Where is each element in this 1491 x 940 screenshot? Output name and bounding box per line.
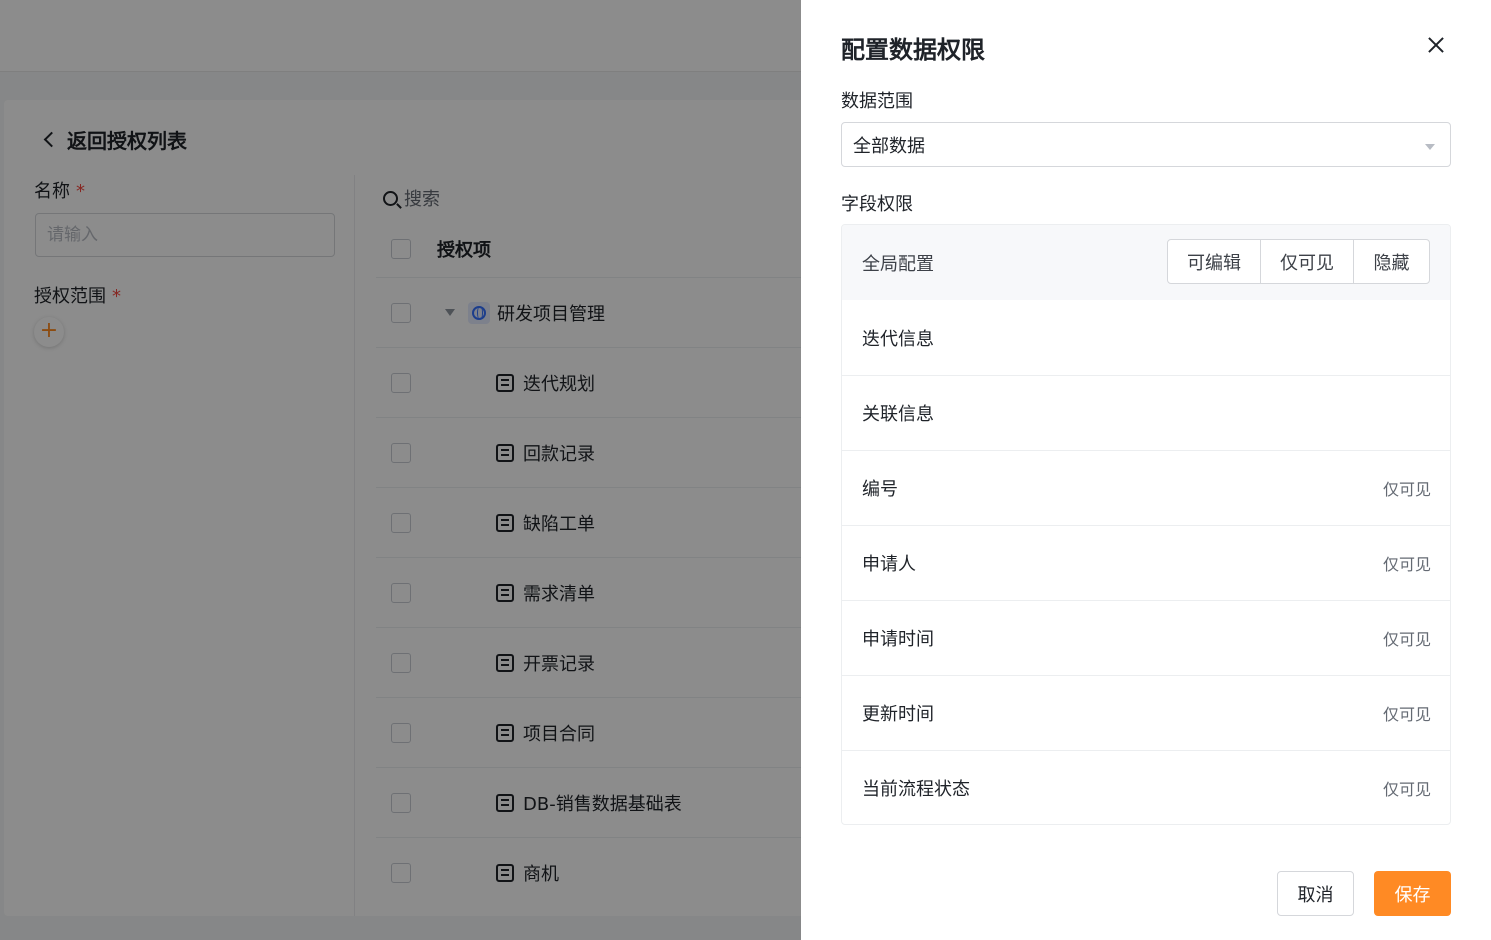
field-name: 当前流程状态 [862, 779, 970, 800]
field-row[interactable]: 当前流程状态 仅可见 [842, 750, 1450, 824]
data-scope-select[interactable]: 全部数据 [841, 122, 1451, 167]
global-config-row: 全局配置 可编辑 仅可见 隐藏 [842, 225, 1450, 300]
option-hidden[interactable]: 隐藏 [1354, 240, 1429, 283]
field-permission-value[interactable]: 仅可见 [1383, 776, 1431, 800]
save-button[interactable]: 保存 [1374, 871, 1451, 916]
field-row[interactable]: 申请时间 仅可见 [842, 600, 1450, 675]
option-readonly[interactable]: 仅可见 [1261, 240, 1354, 283]
field-row[interactable]: 迭代信息 [842, 300, 1450, 375]
field-name: 更新时间 [862, 704, 934, 725]
global-permission-segmented: 可编辑 仅可见 隐藏 [1167, 239, 1430, 284]
global-config-label: 全局配置 [862, 253, 934, 275]
field-permission-table: 全局配置 可编辑 仅可见 隐藏 迭代信息 关联信息 编号 仅可见 申请人 仅可见… [841, 224, 1451, 825]
field-name: 关联信息 [862, 404, 934, 425]
data-scope-label: 数据范围 [841, 91, 913, 112]
drawer-title: 配置数据权限 [841, 36, 985, 64]
field-permission-label: 字段权限 [841, 194, 913, 215]
caret-down-icon [1425, 144, 1435, 150]
field-row[interactable]: 关联信息 [842, 375, 1450, 450]
option-editable[interactable]: 可编辑 [1168, 240, 1261, 283]
field-permission-value[interactable]: 仅可见 [1383, 551, 1431, 575]
field-name: 申请人 [862, 554, 916, 575]
field-name: 编号 [862, 479, 898, 500]
field-row[interactable]: 更新时间 仅可见 [842, 675, 1450, 750]
close-icon[interactable] [1425, 34, 1447, 56]
cancel-button[interactable]: 取消 [1277, 871, 1354, 916]
data-permission-drawer: 配置数据权限 数据范围 全部数据 字段权限 全局配置 可编辑 仅可见 隐藏 迭代… [801, 0, 1491, 940]
field-row[interactable]: 申请人 仅可见 [842, 525, 1450, 600]
field-row[interactable]: 编号 仅可见 [842, 450, 1450, 525]
field-permission-value[interactable]: 仅可见 [1383, 626, 1431, 650]
field-name: 迭代信息 [862, 328, 934, 350]
data-scope-value: 全部数据 [853, 135, 925, 157]
field-permission-value[interactable]: 仅可见 [1383, 701, 1431, 725]
field-permission-value[interactable]: 仅可见 [1383, 476, 1431, 500]
field-name: 申请时间 [862, 629, 934, 650]
